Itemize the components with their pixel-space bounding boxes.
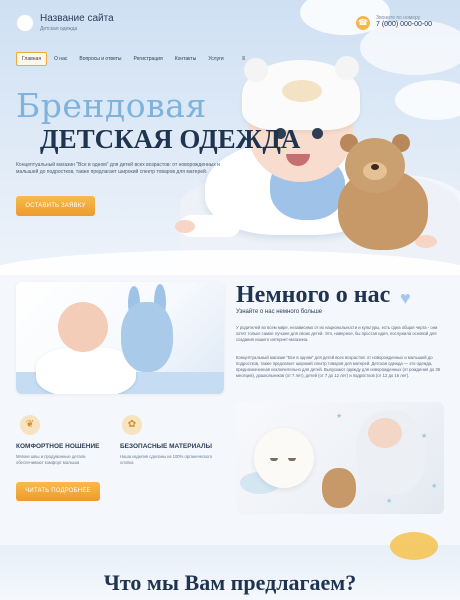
hero-description: Концептуальный магазин "Все в одном" для…	[16, 162, 220, 175]
feature-title: БЕЗОПАСНЫЕ МАТЕРИАЛЫ	[120, 443, 212, 450]
about-photo-sleeping-baby: ★ ★ ★ ★	[236, 402, 444, 514]
decorative-blob	[390, 532, 438, 560]
about-photo-baby-bunny	[16, 282, 224, 394]
bunny-toy	[121, 302, 173, 372]
about-paragraph: У родителей во всем мире, независимо от …	[236, 325, 438, 342]
about-title: Немного о нас	[236, 282, 391, 308]
baby-head	[58, 302, 108, 352]
baby-body	[36, 347, 136, 394]
nav-item-registration[interactable]: Регистрация	[128, 53, 167, 65]
about-paragraph: Концептуальный магазин "Все в одном" для…	[236, 355, 441, 378]
feature-text: Наша изделия сделаны из 100% органическо…	[120, 454, 213, 465]
moon-pillow	[254, 428, 314, 488]
site-title[interactable]: Название сайта	[40, 13, 114, 24]
phone-number[interactable]: 7 (000) 000-00-00	[376, 21, 432, 28]
offer-title: Что мы Вам предлагаем?	[103, 570, 357, 595]
site-subtitle: Детская одежда	[40, 26, 78, 32]
phone-icon: ☎	[356, 16, 370, 30]
star-icon: ★	[431, 483, 438, 490]
hero-section: Название сайта Детская одежда ☎ Звоните …	[0, 0, 460, 275]
nav-item-faq[interactable]: Вопросы и ответы	[74, 53, 126, 65]
menu-icon[interactable]: ≡	[237, 54, 251, 64]
teddy-bear	[322, 468, 356, 508]
hero-title-line1: Брендовая	[16, 86, 207, 125]
hat-bear-face	[282, 80, 322, 102]
nav-item-home[interactable]: Главная	[16, 52, 48, 66]
page: Название сайта Детская одежда ☎ Звоните …	[0, 0, 460, 600]
about-subtitle: Узнайте о нас немного больше	[236, 309, 323, 315]
baby-face	[368, 418, 402, 448]
teddy-nose	[371, 164, 379, 170]
feature-title: КОМФОРТНОЕ НОШЕНИЕ	[16, 443, 100, 450]
baby-eye	[312, 128, 323, 139]
feather-icon: ❦	[20, 415, 40, 435]
nav-item-services[interactable]: Услуги	[203, 53, 228, 65]
leave-request-button[interactable]: ОСТАВИТЬ ЗАЯВКУ	[16, 196, 95, 216]
nav-item-contacts[interactable]: Контакты	[170, 53, 202, 65]
star-icon: ★	[386, 498, 393, 505]
cotton-icon: ✿	[122, 415, 142, 435]
hat-ear	[335, 56, 359, 80]
read-more-button[interactable]: ЧИТАТЬ ПОДРОБНЕЕ	[16, 482, 100, 501]
main-nav: Главная О нас Вопросы и ответы Регистрац…	[16, 52, 250, 66]
logo-icon[interactable]	[16, 14, 34, 32]
feature-text: Мягкие швы и продуманные детали обеспечи…	[16, 454, 86, 465]
baby-hand	[175, 220, 195, 233]
star-icon: ★	[336, 413, 343, 420]
star-icon: ★	[421, 433, 428, 440]
nav-item-about[interactable]: О нас	[49, 53, 72, 65]
hero-title-line2: ДЕТСКАЯ ОДЕЖДА	[40, 124, 301, 154]
heart-icon: ♥	[400, 288, 411, 308]
